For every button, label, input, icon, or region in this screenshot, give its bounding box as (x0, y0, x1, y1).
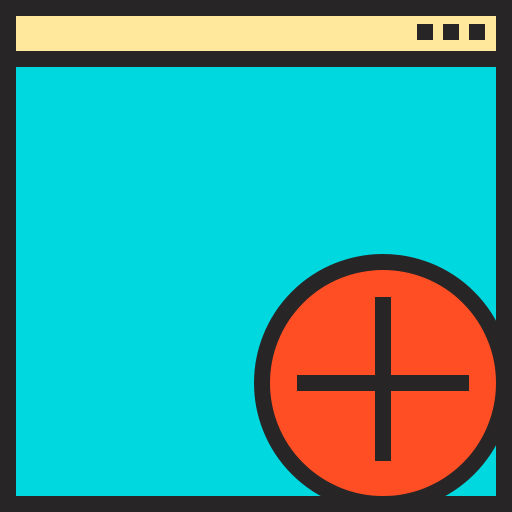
window-controls (417, 24, 485, 40)
add-window-graphic (0, 0, 512, 512)
control-dot (417, 24, 433, 40)
add-window-icon (0, 0, 512, 512)
control-dot (443, 24, 459, 40)
control-dot (469, 24, 485, 40)
